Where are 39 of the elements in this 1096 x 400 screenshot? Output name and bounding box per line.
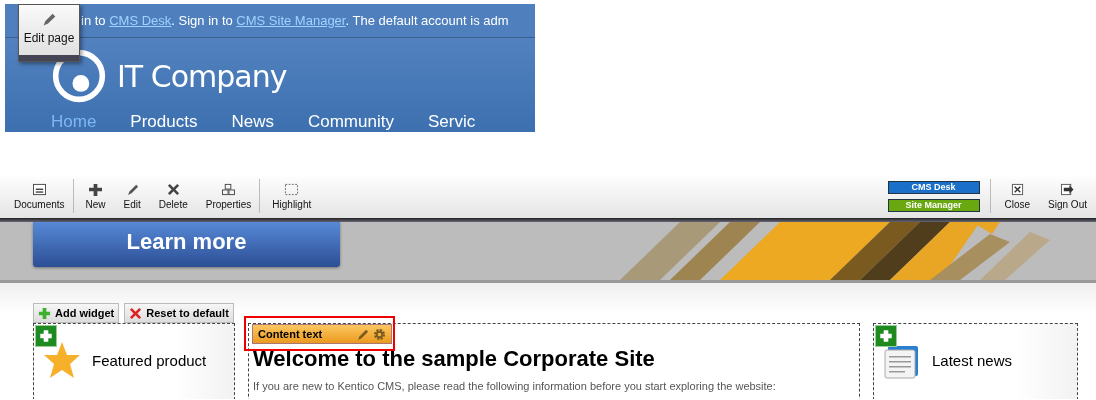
nav-link[interactable]: Servic xyxy=(427,112,476,132)
plus-icon xyxy=(88,182,104,196)
mode-button[interactable]: CMS Desk xyxy=(887,180,980,194)
plus-icon xyxy=(38,306,51,320)
reset-button[interactable]: Reset to default xyxy=(124,303,234,323)
nav-link[interactable]: Products xyxy=(130,112,198,132)
edit-page-button[interactable]: Edit page xyxy=(18,4,80,62)
add-widget-icon[interactable] xyxy=(875,325,897,347)
logo-text: IT Company xyxy=(117,58,287,94)
edit-button[interactable]: Edit xyxy=(117,179,147,213)
add-widget-button[interactable]: Add widget xyxy=(33,303,120,323)
nav-link[interactable]: Community xyxy=(307,112,394,132)
x-icon xyxy=(165,182,181,196)
close-icon xyxy=(1009,182,1025,196)
add-widget-icon[interactable] xyxy=(35,325,57,347)
dashed-square-icon xyxy=(284,182,300,196)
arrow-icon xyxy=(1060,182,1076,196)
sign-out-button[interactable]: Sign Out xyxy=(1042,179,1093,213)
x-icon xyxy=(129,306,143,320)
signin-text: in to CMS Desk. Sign in to CMS Site Manager. The default account is adm xyxy=(81,13,509,28)
properties-button[interactable]: Properties xyxy=(199,179,261,213)
settings-icon[interactable] xyxy=(373,327,386,341)
logo-icon xyxy=(51,48,107,104)
widget-title: Featured product xyxy=(92,351,207,369)
boxes-icon xyxy=(221,182,236,196)
web-part-header[interactable]: Content text xyxy=(252,324,392,344)
nav-link[interactable]: News xyxy=(231,112,274,132)
window-icon xyxy=(31,182,47,196)
highlight-button[interactable]: Highlight xyxy=(266,179,318,213)
new-button[interactable]: New xyxy=(79,179,112,213)
star-icon xyxy=(42,340,82,380)
delete-button[interactable]: Delete xyxy=(152,179,194,213)
page-heading: Welcome to the sample Corporate Site xyxy=(253,346,656,372)
widget-title: Latest news xyxy=(932,351,1013,369)
close-button[interactable]: Close xyxy=(989,179,1037,213)
intro-text: If you are new to Kentico CMS, please read the following information before you start exploring the website: xyxy=(253,380,777,392)
learn-more-button[interactable]: Learn more xyxy=(33,222,340,267)
documents-button[interactable]: Documents xyxy=(8,179,74,213)
pencil-icon[interactable] xyxy=(356,327,369,341)
